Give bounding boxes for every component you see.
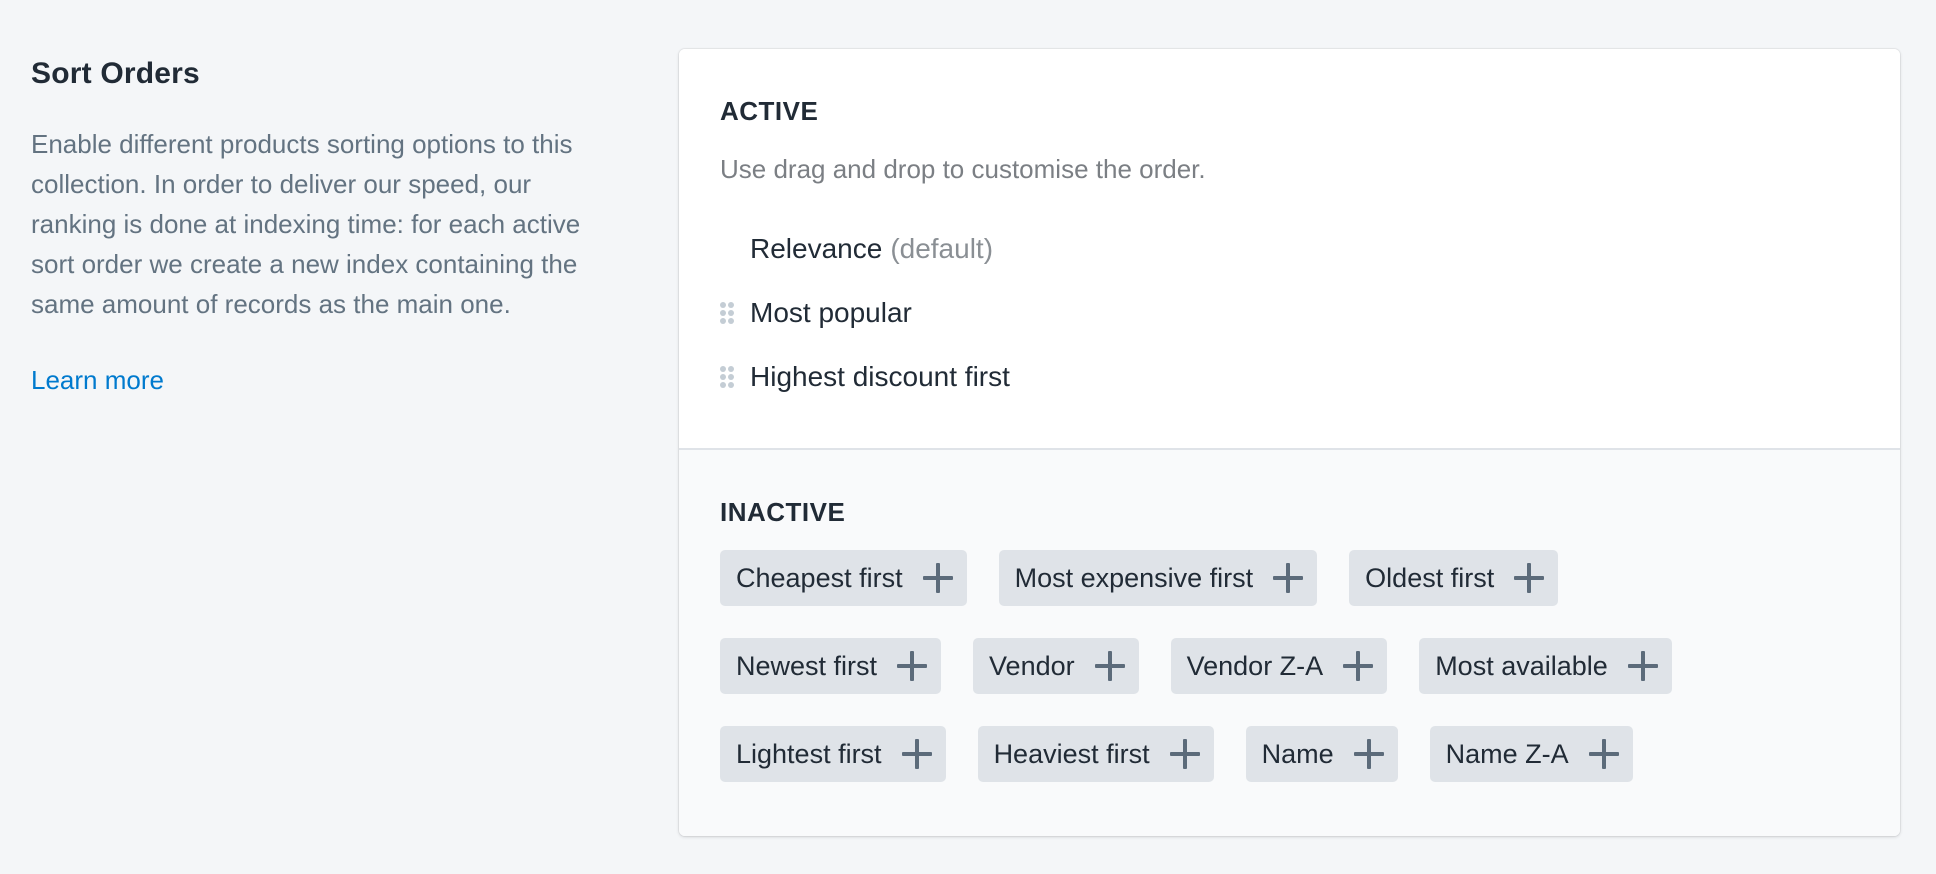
plus-icon[interactable] — [922, 563, 953, 593]
chip-label: Cheapest first — [736, 562, 903, 593]
sort-orders-card: ACTIVE Use drag and drop to customise th… — [679, 49, 1900, 836]
add-sort-chip-cheapest-first[interactable]: Cheapest first — [720, 550, 967, 606]
learn-more-link[interactable]: Learn more — [31, 360, 164, 400]
plus-icon[interactable] — [897, 651, 928, 681]
chip-label: Oldest first — [1365, 562, 1495, 593]
inactive-title: INACTIVE — [720, 497, 846, 527]
section-description-text: Enable different products sorting option… — [31, 129, 581, 319]
plus-icon[interactable] — [1627, 651, 1658, 681]
add-sort-chip-name-z-a[interactable]: Name Z-A — [1429, 726, 1633, 782]
active-subtitle: Use drag and drop to customise the order… — [720, 154, 1206, 184]
add-sort-chip-name[interactable]: Name — [1245, 726, 1398, 782]
add-sort-chip-most-expensive-first[interactable]: Most expensive first — [998, 550, 1318, 606]
active-sort-item-relevance: Relevance (default) — [720, 217, 1859, 281]
plus-icon[interactable] — [1094, 651, 1125, 681]
add-sort-chip-most-available[interactable]: Most available — [1419, 638, 1672, 694]
drag-handle-icon[interactable] — [720, 362, 750, 392]
add-sort-chip-heaviest-first[interactable]: Heaviest first — [977, 726, 1214, 782]
inactive-section: INACTIVE Cheapest first Most expensive f… — [679, 450, 1900, 836]
active-sort-label: Most popular — [750, 297, 912, 328]
chip-label: Most available — [1435, 650, 1608, 681]
chip-label: Heaviest first — [993, 738, 1150, 769]
plus-icon[interactable] — [1169, 739, 1200, 769]
chip-label: Vendor — [989, 650, 1075, 681]
chip-label: Newest first — [736, 650, 878, 681]
sort-orders-settings: Sort Orders Enable different products so… — [0, 0, 1936, 874]
plus-icon[interactable] — [1514, 563, 1545, 593]
default-tag: (default) — [890, 233, 994, 264]
active-sort-list: Relevance (default) Most popular Highest… — [720, 217, 1859, 409]
chip-label: Lightest first — [736, 738, 882, 769]
plus-icon[interactable] — [1343, 651, 1374, 681]
plus-icon[interactable] — [1588, 739, 1619, 769]
add-sort-chip-vendor[interactable]: Vendor — [973, 638, 1139, 694]
active-sort-item-most-popular[interactable]: Most popular — [720, 281, 1859, 345]
plus-icon[interactable] — [1353, 739, 1384, 769]
chip-label: Name Z-A — [1445, 738, 1569, 769]
drag-handle-icon[interactable] — [720, 298, 750, 328]
chip-row: Newest first Vendor Vendor Z-A Most avai… — [720, 638, 1859, 694]
active-sort-item-highest-discount[interactable]: Highest discount first — [720, 345, 1859, 409]
active-sort-label: Relevance — [750, 233, 883, 264]
chip-label: Name — [1261, 738, 1334, 769]
active-title: ACTIVE — [720, 96, 819, 126]
add-sort-chip-lightest-first[interactable]: Lightest first — [720, 726, 946, 782]
chip-row: Lightest first Heaviest first Name Name … — [720, 726, 1859, 782]
chip-label: Vendor Z-A — [1186, 650, 1324, 681]
chip-row: Cheapest first Most expensive first Olde… — [720, 550, 1859, 606]
active-sort-label: Highest discount first — [750, 361, 1010, 392]
add-sort-chip-oldest-first[interactable]: Oldest first — [1349, 550, 1559, 606]
plus-icon[interactable] — [1273, 563, 1304, 593]
plus-icon[interactable] — [901, 739, 932, 769]
inactive-sort-chips: Cheapest first Most expensive first Olde… — [720, 550, 1859, 782]
chip-label: Most expensive first — [1014, 562, 1254, 593]
add-sort-chip-vendor-z-a[interactable]: Vendor Z-A — [1170, 638, 1388, 694]
active-section: ACTIVE Use drag and drop to customise th… — [679, 49, 1900, 450]
add-sort-chip-newest-first[interactable]: Newest first — [720, 638, 942, 694]
section-description: Sort Orders Enable different products so… — [31, 52, 611, 400]
section-heading: Sort Orders — [31, 57, 200, 90]
